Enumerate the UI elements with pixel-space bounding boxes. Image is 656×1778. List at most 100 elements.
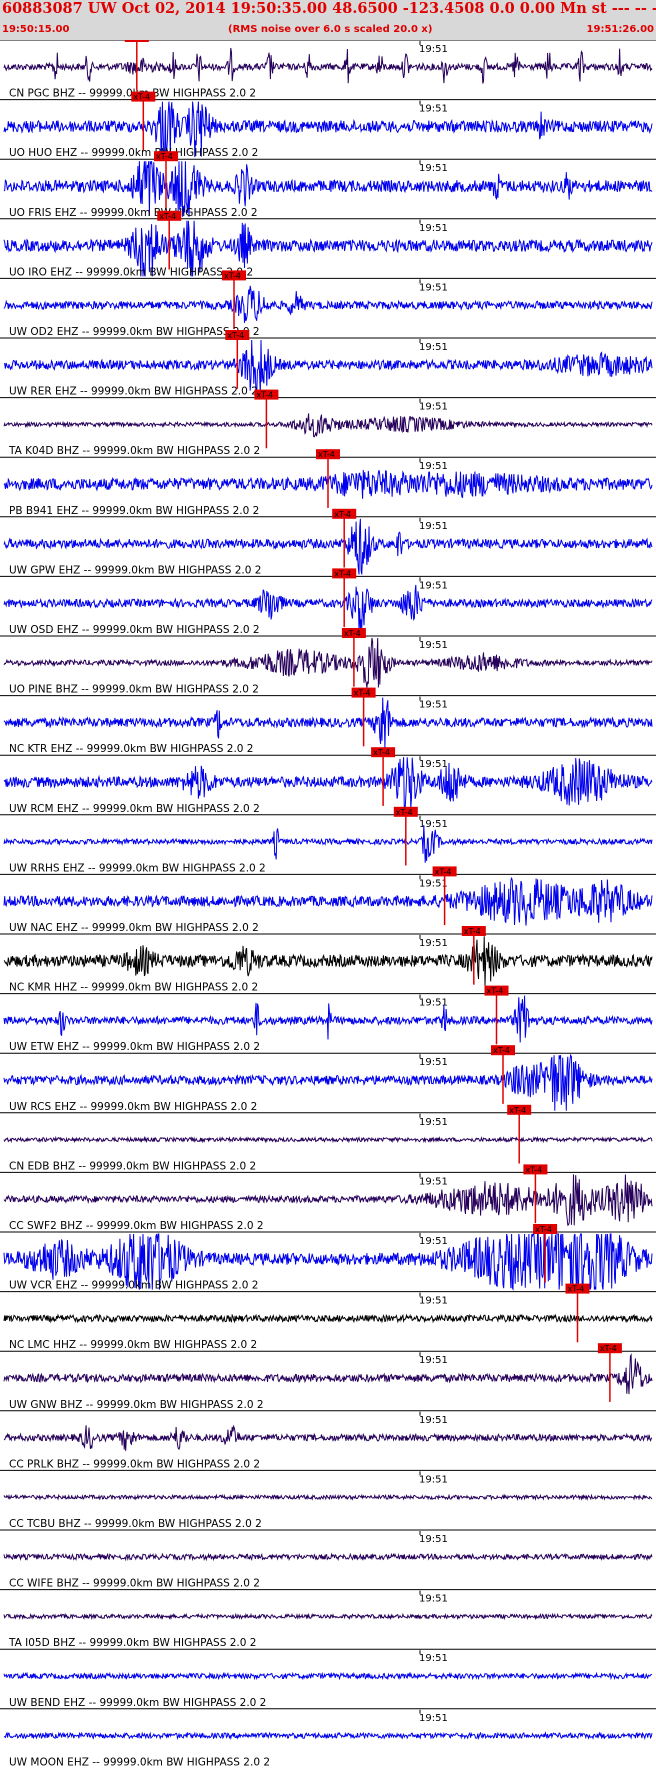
time-tick-label: 19:51 bbox=[419, 402, 448, 413]
pick-label: xT-4 bbox=[256, 391, 273, 400]
trace-waveform bbox=[3, 1671, 653, 1681]
time-tick-label: 19:51 bbox=[419, 1594, 448, 1605]
end-time-label: 19:51:26.00 bbox=[586, 24, 654, 35]
pick-label: xT-4 bbox=[344, 629, 361, 638]
trace-waveform bbox=[3, 936, 653, 986]
pick-label: xT-4 bbox=[318, 450, 335, 459]
time-tick-label: 19:51 bbox=[419, 1534, 448, 1545]
pick-label: xT-4 bbox=[373, 748, 390, 757]
pick-label: xT-4 bbox=[127, 40, 144, 42]
trace-label: UW RER EHZ -- 99999.0km BW HIGHPASS 2.0 … bbox=[9, 386, 258, 398]
trace-label: UO HUO EHZ -- 99999.0km BW HIGHPASS 2.0 … bbox=[9, 147, 258, 159]
trace-waveform bbox=[3, 1424, 653, 1451]
pick-label: xT-4 bbox=[464, 927, 481, 936]
seismogram-plot: 19:51xT-4CN PGC BHZ -- 99999.0km BW HIGH… bbox=[0, 40, 656, 1768]
trace-waveform bbox=[3, 825, 653, 863]
time-tick-label: 19:51 bbox=[419, 759, 448, 770]
time-tick-label: 19:51 bbox=[419, 1355, 448, 1366]
event-title: 60883087 UW Oct 02, 2014 19:50:35.00 48.… bbox=[2, 0, 656, 17]
time-tick-label: 19:51 bbox=[419, 1713, 448, 1724]
pick-label: xT-4 bbox=[568, 1285, 585, 1294]
trace-waveform bbox=[3, 1731, 653, 1741]
time-tick-label: 19:51 bbox=[419, 938, 448, 949]
time-tick-label: 19:51 bbox=[419, 700, 448, 711]
trace-waveform bbox=[3, 876, 653, 926]
time-tick-label: 19:51 bbox=[419, 1057, 448, 1068]
trace-label: UO FRIS EHZ -- 99999.0km BW HIGHPASS 2.0… bbox=[9, 207, 258, 219]
pick-label: xT-4 bbox=[133, 93, 150, 102]
time-tick-label: 19:51 bbox=[419, 878, 448, 889]
header-bar: 60883087 UW Oct 02, 2014 19:50:35.00 48.… bbox=[0, 0, 656, 40]
trace-label: PB B941 EHZ -- 99999.0km BW HIGHPASS 2.0… bbox=[9, 505, 259, 517]
pick-label: xT-4 bbox=[600, 1344, 617, 1353]
time-tick-label: 19:51 bbox=[419, 1653, 448, 1664]
pick-label: xT-4 bbox=[435, 867, 452, 876]
trace-label: UW ETW EHZ -- 99999.0km BW HIGHPASS 2.0 … bbox=[9, 1041, 260, 1053]
trace-label: CC SWF2 BHZ -- 99999.0km BW HIGHPASS 2.0… bbox=[9, 1220, 264, 1232]
time-tick-label: 19:51 bbox=[419, 1117, 448, 1128]
trace-label: CN EDB BHZ -- 99999.0km BW HIGHPASS 2.0 … bbox=[9, 1160, 256, 1172]
trace-label: TA K04D BHZ -- 99999.0km BW HIGHPASS 2.0… bbox=[8, 445, 260, 457]
trace-label: UW OSD EHZ -- 99999.0km BW HIGHPASS 2.0 … bbox=[9, 624, 260, 636]
trace-label: UW MOON EHZ -- 99999.0km BW HIGHPASS 2.0… bbox=[9, 1756, 270, 1768]
trace-waveform bbox=[3, 1135, 653, 1144]
time-tick-label: 19:51 bbox=[419, 521, 448, 532]
pick-label: xT-4 bbox=[487, 987, 504, 996]
trace-label: NC KMR HHZ -- 99999.0km BW HIGHPASS 2.0 … bbox=[9, 982, 258, 994]
pick-label: xT-4 bbox=[525, 1165, 542, 1174]
time-tick-label: 19:51 bbox=[419, 342, 448, 353]
pick-label: xT-4 bbox=[396, 808, 413, 817]
trace-waveform bbox=[3, 637, 653, 688]
trace-waveform bbox=[3, 1353, 653, 1395]
trace-label: CC TCBU BHZ -- 99999.0km BW HIGHPASS 2.0… bbox=[9, 1518, 262, 1530]
time-tick-label: 19:51 bbox=[419, 1474, 448, 1485]
time-tick-label: 19:51 bbox=[419, 282, 448, 293]
time-tick-label: 19:51 bbox=[419, 223, 448, 234]
trace-label: UW RRHS EHZ -- 99999.0km BW HIGHPASS 2.0… bbox=[9, 862, 266, 874]
trace-label: UW RCM EHZ -- 99999.0km BW HIGHPASS 2.0 … bbox=[9, 803, 260, 815]
trace-label: UW GNW BHZ -- 99999.0km BW HIGHPASS 2.0 … bbox=[9, 1399, 264, 1411]
pick-label: xT-4 bbox=[227, 331, 244, 340]
time-tick-label: 19:51 bbox=[419, 461, 448, 472]
time-tick-label: 19:51 bbox=[419, 1296, 448, 1307]
trace-waveform bbox=[3, 1612, 653, 1621]
pick-label: xT-4 bbox=[156, 152, 173, 161]
trace-label: CC WIFE BHZ -- 99999.0km BW HIGHPASS 2.0… bbox=[9, 1578, 260, 1590]
trace-waveform bbox=[3, 1552, 653, 1562]
pick-label: xT-4 bbox=[159, 212, 176, 221]
trace-label: UW BEND EHZ -- 99999.0km BW HIGHPASS 2.0… bbox=[9, 1697, 266, 1709]
trace-waveform bbox=[3, 1313, 653, 1324]
trace-label: UO IRO EHZ -- 99999.0km BW HIGHPASS 2.0 … bbox=[9, 266, 253, 278]
pick-label: xT-4 bbox=[509, 1106, 526, 1115]
trace-waveform bbox=[3, 995, 653, 1043]
pick-label: xT-4 bbox=[224, 271, 241, 280]
pick-label: xT-4 bbox=[334, 569, 351, 578]
trace-label: NC LMC HHZ -- 99999.0km BW HIGHPASS 2.0 … bbox=[9, 1339, 257, 1351]
pick-label: xT-4 bbox=[334, 510, 351, 519]
trace-label: UW VCR EHZ -- 99999.0km BW HIGHPASS 2.0 … bbox=[9, 1280, 258, 1292]
trace-label: UW NAC EHZ -- 99999.0km BW HIGHPASS 2.0 … bbox=[9, 922, 259, 934]
trace-label: UW RCS EHZ -- 99999.0km BW HIGHPASS 2.0 … bbox=[9, 1101, 257, 1113]
trace-waveform bbox=[3, 1174, 653, 1226]
time-tick-label: 19:51 bbox=[419, 640, 448, 651]
trace-label: NC KTR EHZ -- 99999.0km BW HIGHPASS 2.0 … bbox=[9, 743, 253, 755]
rms-note: (RMS noise over 6.0 s scaled 20.0 x) bbox=[228, 24, 433, 35]
trace-label: UW OD2 EHZ -- 99999.0km BW HIGHPASS 2.0 … bbox=[9, 326, 260, 338]
trace-waveform bbox=[3, 1493, 653, 1502]
trace-label: CC PRLK BHZ -- 99999.0km BW HIGHPASS 2.0… bbox=[9, 1458, 260, 1470]
time-tick-label: 19:51 bbox=[419, 1415, 448, 1426]
pick-label: xT-4 bbox=[354, 689, 371, 698]
pick-label: xT-4 bbox=[493, 1046, 510, 1055]
time-tick-label: 19:51 bbox=[419, 104, 448, 115]
trace-label: UW GPW EHZ -- 99999.0km BW HIGHPASS 2.0 … bbox=[9, 564, 261, 576]
time-tick-label: 19:51 bbox=[419, 580, 448, 591]
time-tick-label: 19:51 bbox=[419, 44, 448, 55]
time-tick-label: 19:51 bbox=[419, 1176, 448, 1187]
start-time-label: 19:50:15.00 bbox=[2, 24, 70, 35]
pick-label: xT-4 bbox=[535, 1225, 552, 1234]
time-tick-label: 19:51 bbox=[419, 163, 448, 174]
trace-label: UO PINE BHZ -- 99999.0km BW HIGHPASS 2.0… bbox=[9, 684, 259, 696]
trace-waveform bbox=[3, 47, 653, 84]
trace-label: TA I05D BHZ -- 99999.0km BW HIGHPASS 2.0… bbox=[8, 1637, 256, 1649]
trace-waveform bbox=[3, 285, 653, 323]
